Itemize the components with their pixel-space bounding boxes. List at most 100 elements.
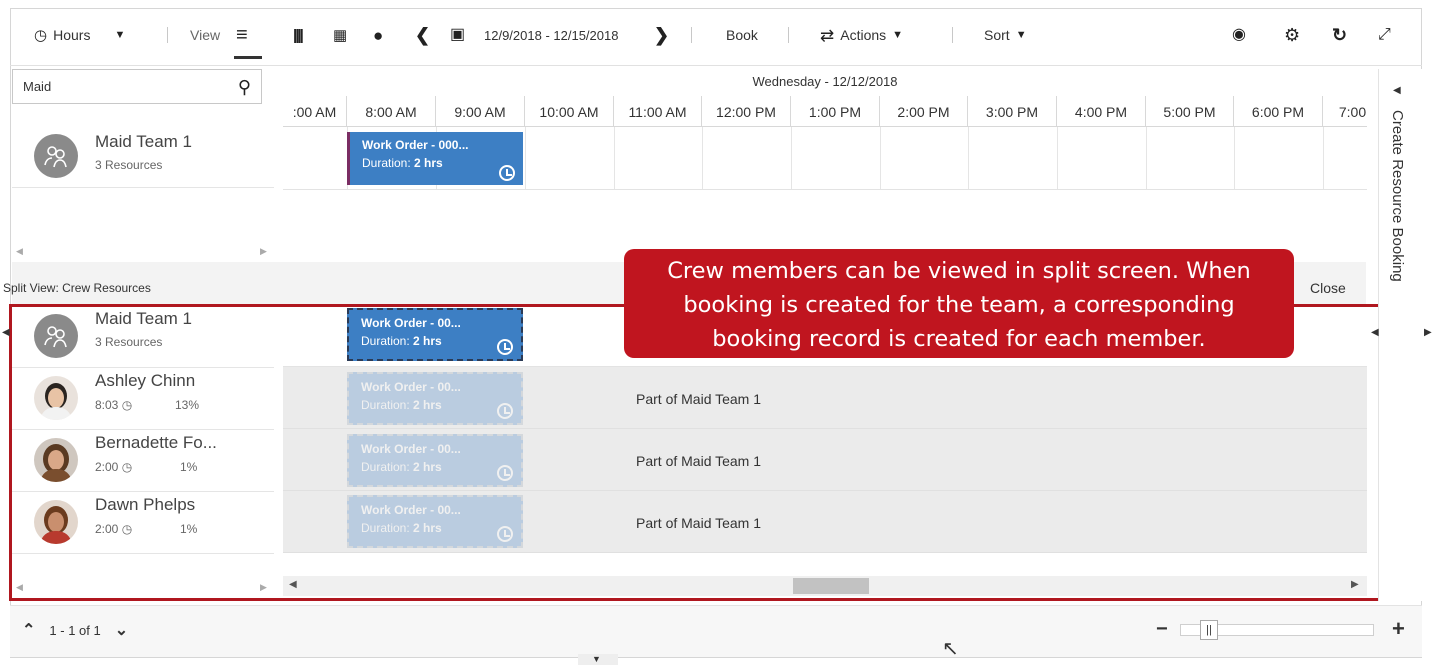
page-down-icon[interactable]: ⌄ <box>115 620 128 640</box>
resource-search-input[interactable]: Maid ⚲ <box>12 69 262 104</box>
horizontal-scrollbar[interactable]: ◀ ▶ <box>12 246 274 260</box>
grid-line <box>614 127 615 189</box>
actions-label: Actions <box>840 27 887 43</box>
scroll-thumb[interactable] <box>793 578 869 594</box>
hour-cell: 3:00 PM <box>968 96 1057 127</box>
page-info: 1 - 1 of 1 <box>49 622 101 638</box>
resource-count: 3 Resources <box>95 158 163 172</box>
member-booking-card[interactable]: Work Order - 00... Duration: 2 hrs <box>347 372 523 425</box>
scroll-left-icon[interactable]: ◀ <box>16 246 23 257</box>
member-name: Dawn Phelps <box>95 495 196 514</box>
member-booking-card[interactable]: Work Order - 00... Duration: 2 hrs <box>347 495 523 548</box>
crew-member-row[interactable]: Dawn Phelps 2:00 ◷ 1% <box>12 492 274 554</box>
split-close-button[interactable]: Close <box>1310 280 1346 296</box>
grid-line <box>791 127 792 189</box>
refresh-icon[interactable]: ↻ <box>1332 22 1347 48</box>
sort-dropdown[interactable]: Sort ▼ <box>984 22 1027 48</box>
caret-down-icon: ▼ <box>592 654 601 664</box>
list-view-icon[interactable]: ≡ <box>236 22 248 48</box>
hour-cell: 8:00 AM <box>347 96 436 127</box>
scroll-left-icon[interactable]: ◀ <box>289 579 297 590</box>
hour-cell: 5:00 PM <box>1146 96 1234 127</box>
resource-row[interactable]: Maid Team 1 3 Resources <box>12 126 274 188</box>
clock-icon <box>497 465 513 481</box>
date-range-label[interactable]: 12/9/2018 - 12/15/2018 <box>484 22 618 48</box>
vertical-view-icon[interactable]: |||| <box>293 22 304 48</box>
zoom-slider-handle[interactable]: || <box>1200 620 1218 640</box>
calendar-icon[interactable]: ▣ <box>450 22 465 48</box>
bottom-collapse-tab[interactable]: ▼ <box>578 654 618 665</box>
grid-line <box>1146 127 1147 189</box>
team-icon <box>44 326 67 348</box>
clock-icon: ◷ <box>34 26 48 44</box>
member-utilization: 1% <box>180 460 198 474</box>
schedule-horizontal-scrollbar[interactable]: ◀ ▶ <box>283 576 1367 596</box>
row-divider <box>283 189 1367 190</box>
collapse-left-icon[interactable]: ◀ <box>2 327 10 338</box>
avatar <box>34 438 78 482</box>
swap-arrows-icon: ⇄ <box>820 25 835 45</box>
scroll-right-icon[interactable]: ▶ <box>260 582 267 593</box>
map-view-icon[interactable]: ● <box>373 22 383 48</box>
crew-member-row[interactable]: Bernadette Fo... 2:00 ◷ 1% <box>12 430 274 492</box>
caret-down-icon: ▼ <box>892 28 904 41</box>
separator <box>691 27 692 43</box>
resource-row[interactable]: Maid Team 1 3 Resources <box>12 306 274 368</box>
eye-icon[interactable]: ◉ <box>1232 22 1246 48</box>
expand-icon[interactable]: ⤢ <box>1378 22 1391 48</box>
schedule-grid: Wednesday - 12/12/2018 :00 AM 8:00 AM 9:… <box>283 69 1367 261</box>
panel-toggle-icon[interactable]: ◀ <box>1371 327 1379 338</box>
hour-cell: 11:00 AM <box>614 96 702 127</box>
hours-label: Hours <box>53 27 91 43</box>
part-of-team-label: Part of Maid Team 1 <box>636 391 762 407</box>
clock-icon <box>497 339 513 355</box>
booking-card[interactable]: Work Order - 000... Duration: 2 hrs <box>347 132 523 185</box>
scroll-left-icon[interactable]: ◀ <box>16 582 23 593</box>
actions-dropdown[interactable]: ⇄ Actions ▼ <box>820 22 903 48</box>
search-icon[interactable]: ⚲ <box>238 78 251 96</box>
avatar <box>34 500 78 544</box>
crew-member-row[interactable]: Ashley Chinn 8:03 ◷ 13% <box>12 368 274 430</box>
gear-icon[interactable]: ⚙ <box>1284 22 1300 48</box>
clock-icon: ◷ <box>121 398 133 412</box>
member-booking-card[interactable]: Work Order - 00... Duration: 2 hrs <box>347 434 523 487</box>
next-week-icon[interactable]: ❯ <box>654 22 669 48</box>
sort-label: Sort <box>984 27 1010 43</box>
collapse-left-icon[interactable]: ◀ <box>1393 85 1401 96</box>
hour-cell: 10:00 AM <box>525 96 614 127</box>
zoom-in-icon[interactable]: + <box>1392 616 1405 642</box>
callout-line: booking record is created for each membe… <box>712 326 1206 352</box>
active-view-indicator <box>234 56 262 59</box>
grid-view-icon[interactable]: ▦ <box>333 22 347 48</box>
create-resource-booking-tab[interactable]: Create Resource Booking <box>1389 110 1406 282</box>
booking-duration-label: Duration: <box>361 398 410 412</box>
expand-right-icon[interactable]: ▶ <box>1424 327 1432 338</box>
scroll-right-icon[interactable]: ▶ <box>1351 579 1359 590</box>
member-name: Ashley Chinn <box>95 371 196 390</box>
separator <box>167 27 168 43</box>
team-avatar <box>34 134 78 178</box>
booking-duration-label: Duration: <box>362 156 411 170</box>
hour-cell: 9:00 AM <box>436 96 525 127</box>
member-utilization: 1% <box>180 522 198 536</box>
booking-card[interactable]: Work Order - 00... Duration: 2 hrs <box>347 308 523 361</box>
page-up-icon[interactable]: ⌃ <box>22 620 35 640</box>
resource-name: Maid Team 1 <box>95 309 193 328</box>
previous-week-icon[interactable]: ❮ <box>415 22 430 48</box>
avatar <box>34 376 78 420</box>
caret-down-icon: ▼ <box>1015 28 1027 41</box>
booking-duration-value: 2 hrs <box>413 334 442 348</box>
grid-line <box>702 127 703 189</box>
hours-dropdown[interactable]: ◷ Hours ▼ <box>34 22 125 48</box>
mouse-pointer-icon: ↖ <box>942 638 959 660</box>
book-button[interactable]: Book <box>726 22 758 48</box>
view-label: View <box>190 27 221 43</box>
booking-duration-value: 2 hrs <box>414 156 443 170</box>
scroll-right-icon[interactable]: ▶ <box>260 246 267 257</box>
horizontal-scrollbar[interactable]: ◀ ▶ <box>12 582 274 596</box>
booking-duration-value: 2 hrs <box>413 398 442 412</box>
clock-icon: ◷ <box>121 460 133 474</box>
clock-icon <box>497 526 513 542</box>
zoom-out-icon[interactable]: − <box>1156 618 1168 641</box>
resource-count: 3 Resources <box>95 335 163 349</box>
